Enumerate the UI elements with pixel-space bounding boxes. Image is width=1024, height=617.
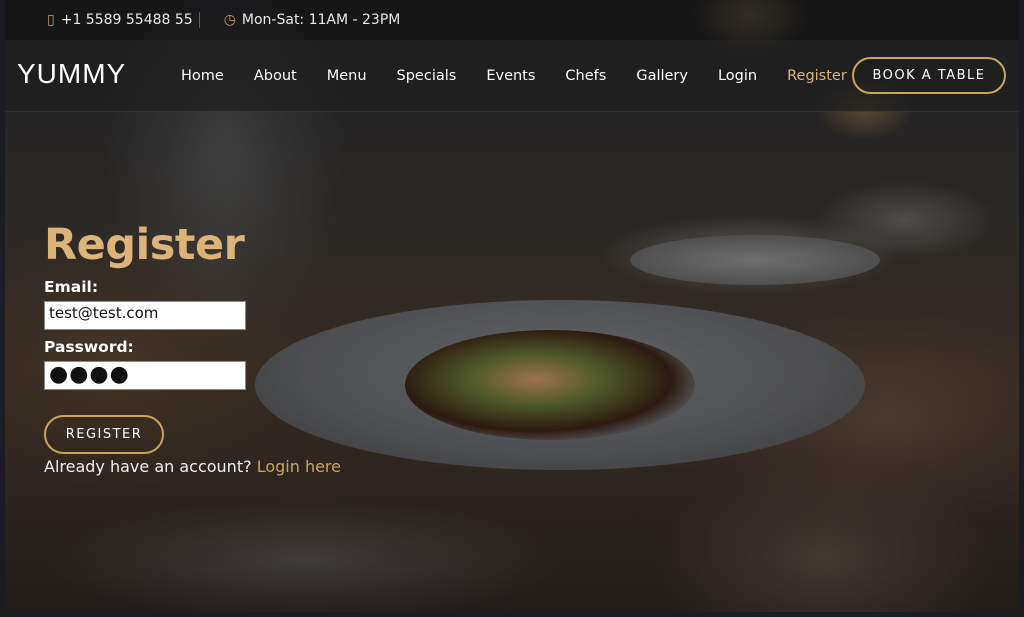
hours-text: Mon-Sat: 11AM - 23PM (241, 12, 401, 28)
divider (198, 12, 200, 28)
register-button[interactable]: REGISTER (44, 415, 164, 454)
opening-hours: ◷ Mon-Sat: 11AM - 23PM (224, 12, 401, 28)
contact-phone: ▯ +1 5589 55488 55 (47, 12, 193, 28)
email-field[interactable]: test@test.com (44, 301, 246, 330)
nav-register[interactable]: Register (787, 68, 847, 84)
phone-number: +1 5589 55488 55 (60, 12, 193, 28)
password-field[interactable]: ●●●● (44, 361, 246, 390)
book-table-button[interactable]: BOOK A TABLE (852, 57, 1006, 94)
nav-gallery[interactable]: Gallery (636, 68, 688, 84)
main-nav: Home About Menu Specials Events Chefs Ga… (181, 40, 877, 111)
nav-specials[interactable]: Specials (397, 68, 457, 84)
nav-login[interactable]: Login (718, 68, 757, 84)
top-info-bar: ▯ +1 5589 55488 55 ◷ Mon-Sat: 11AM - 23P… (5, 0, 1019, 40)
password-label: Password: (44, 338, 134, 356)
login-link[interactable]: Login here (257, 457, 341, 476)
login-prompt-text: Already have an account? (44, 457, 252, 476)
phone-icon: ▯ (47, 12, 55, 28)
logo[interactable]: YUMMY (17, 58, 126, 90)
nav-chefs[interactable]: Chefs (565, 68, 606, 84)
page-title: Register (44, 220, 245, 270)
nav-menu[interactable]: Menu (327, 68, 367, 84)
nav-events[interactable]: Events (486, 68, 535, 84)
email-label: Email: (44, 278, 99, 296)
clock-icon: ◷ (223, 12, 236, 28)
nav-about[interactable]: About (254, 68, 297, 84)
register-form: Register Email: test@test.com Password: … (44, 218, 341, 476)
site-header: YUMMY Home About Menu Specials Events Ch… (5, 40, 1019, 112)
nav-home[interactable]: Home (181, 68, 224, 84)
login-prompt: Already have an account? Login here (44, 457, 341, 476)
